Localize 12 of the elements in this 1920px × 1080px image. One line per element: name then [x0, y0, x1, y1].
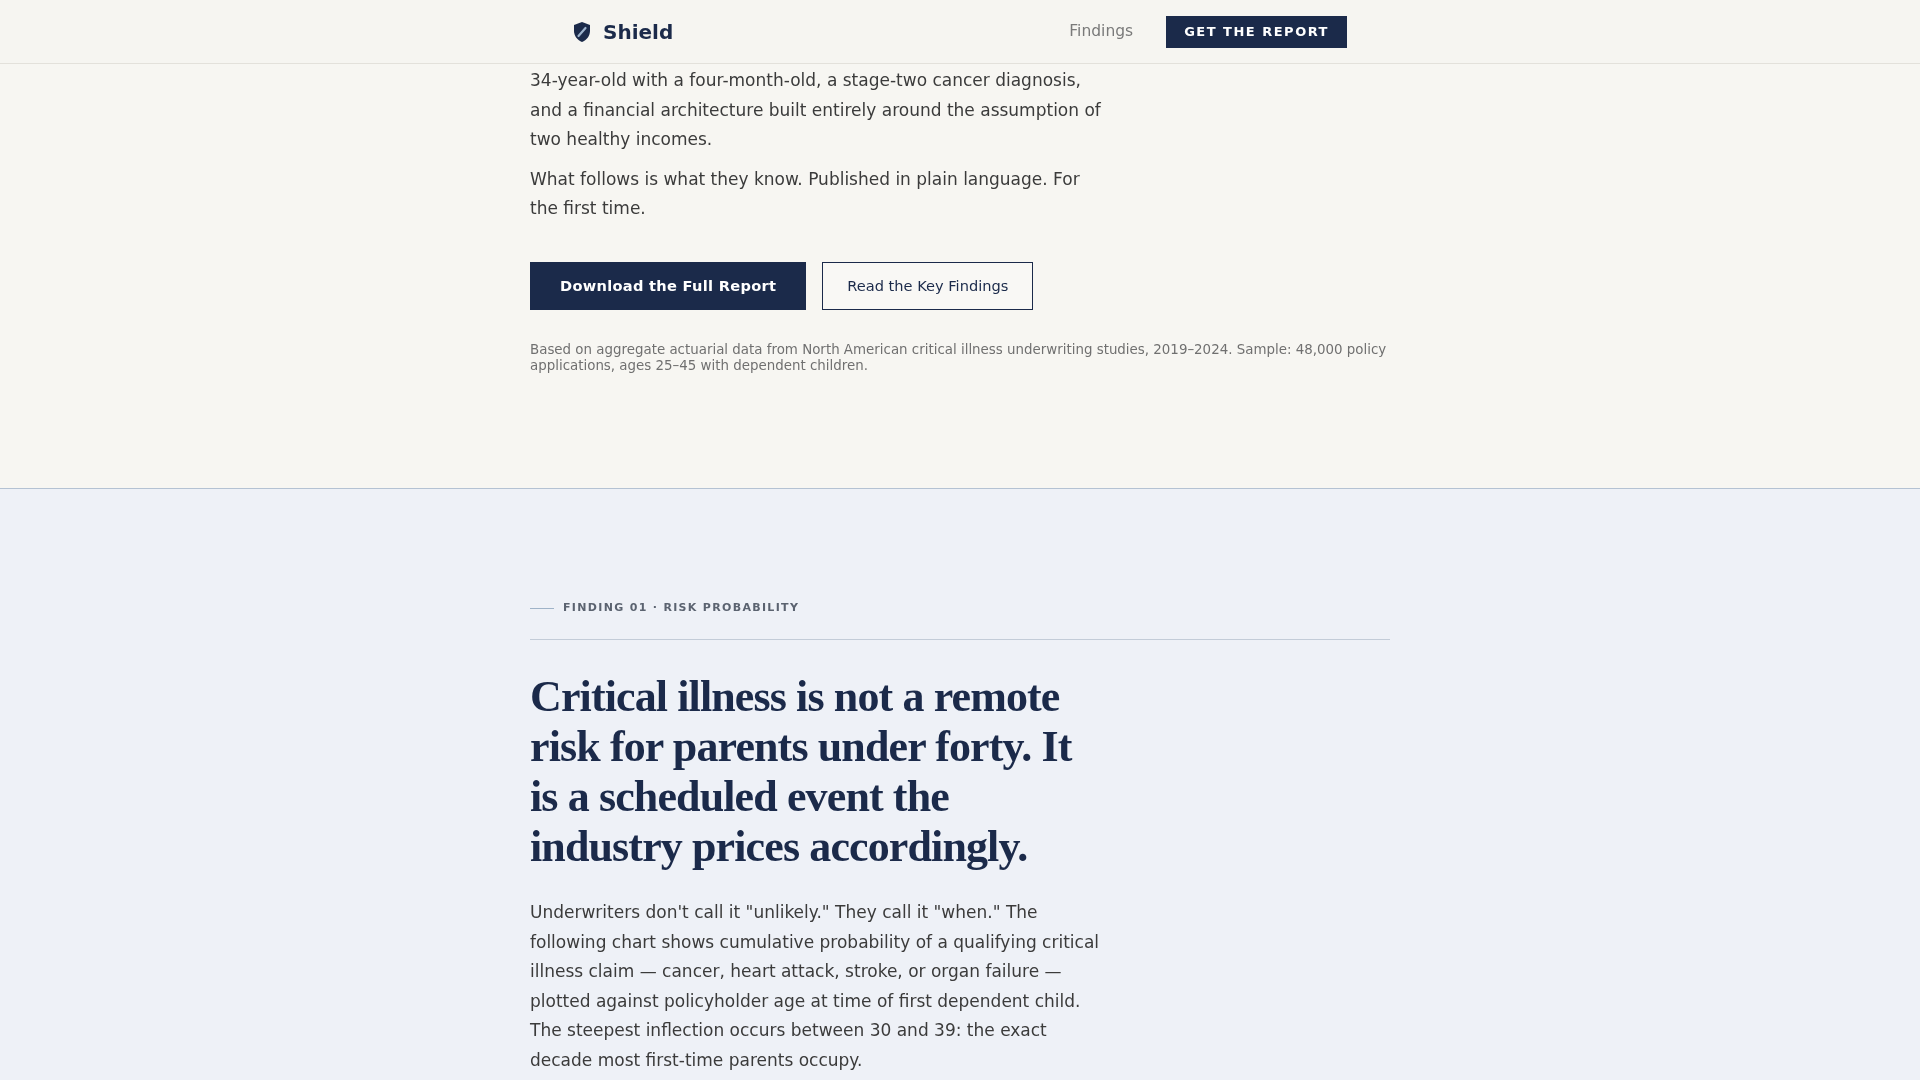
key-findings-button[interactable]: Read the Key Findings — [822, 261, 1034, 310]
intro-paragraph: What follows is what they know. Published in plain language. For the first time. — [530, 167, 1081, 221]
shield-logo-icon — [573, 21, 591, 42]
brand-name[interactable]: Shield — [603, 21, 674, 42]
section-eyebrow-label: FINDING 01 · RISK PROBABILITY — [563, 600, 800, 616]
finding-heading: Critical illness is not a remote risk for parents under forty. It is a scheduled event the industry prices accordingly. — [530, 672, 1074, 872]
data-source-footnote: Based on aggregate actuarial data from North American critical illness underwriting studies, 2019–2024. Sample: 48,000 policy applications, ages 25–45 with dependent children. — [530, 341, 1388, 374]
finding-body-paragraph: Underwriters don't call it "unlikely." They call it "when." The following chart shows cumulative probability of a qualifying critical illness claim — cancer, heart attack, stroke, or organ failure — plotted against policyholder age at time of first dependent child. The steepest inflection occurs between 30 and 39: the exact decade most first-time parents occupy. — [530, 901, 1101, 1072]
get-report-button[interactable]: GET THE REPORT — [1166, 15, 1347, 48]
intro-paragraph: 34-year-old with a four-month-old, a stage-two cancer diagnosis, and a financial architecture built entirely around the assumption of two healthy incomes. — [530, 69, 1102, 152]
nav-link[interactable]: Findings — [1069, 19, 1134, 44]
download-report-button[interactable]: Download the Full Report — [530, 261, 807, 310]
